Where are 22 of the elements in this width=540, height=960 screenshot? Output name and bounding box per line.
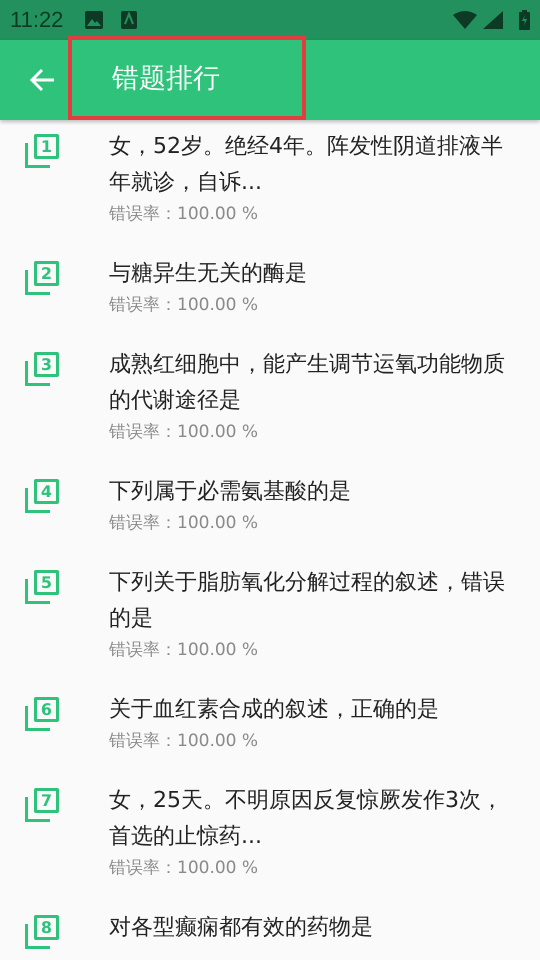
question-text[interactable]: 成熟红细胞中，能产生调节运氧功能物质的代谢途径是 [109, 347, 519, 419]
question-text[interactable]: 女，25天。不明原因反复惊厥发作3次，首选的止惊药... [109, 783, 519, 855]
question-text[interactable]: 下列关于脂肪氧化分解过程的叙述，错误的是 [109, 565, 519, 637]
error-rate: 错误率：100.00 % [109, 512, 260, 535]
notification-icon [121, 11, 138, 29]
wifi-icon [453, 11, 477, 29]
error-rate: 错误率：100.00 % [109, 639, 260, 662]
question-text[interactable]: 下列属于必需氨基酸的是 [109, 474, 519, 510]
signal-icon [483, 11, 503, 29]
battery-icon [519, 10, 530, 30]
image-icon [85, 11, 104, 29]
question-text[interactable]: 与糖异生无关的酶是 [109, 256, 519, 292]
screen-title: 错题排行 [112, 62, 220, 96]
error-rate: 错误率：100.00 % [109, 421, 260, 444]
error-rate: 错误率：100.00 % [109, 730, 260, 753]
error-rate: 错误率：100.00 % [109, 857, 260, 880]
question-text[interactable]: 关于血红素合成的叙述，正确的是 [109, 692, 519, 728]
clock: 11:22 [10, 7, 64, 33]
question-text[interactable]: 对各型癫痫都有效的药物是 [109, 910, 519, 946]
error-rate: 错误率：100.00 % [109, 294, 260, 317]
error-rate: 错误率：100.00 % [109, 203, 260, 226]
question-text[interactable]: 女，52岁。绝经4年。阵发性阴道排液半年就诊，自诉... [109, 129, 519, 201]
